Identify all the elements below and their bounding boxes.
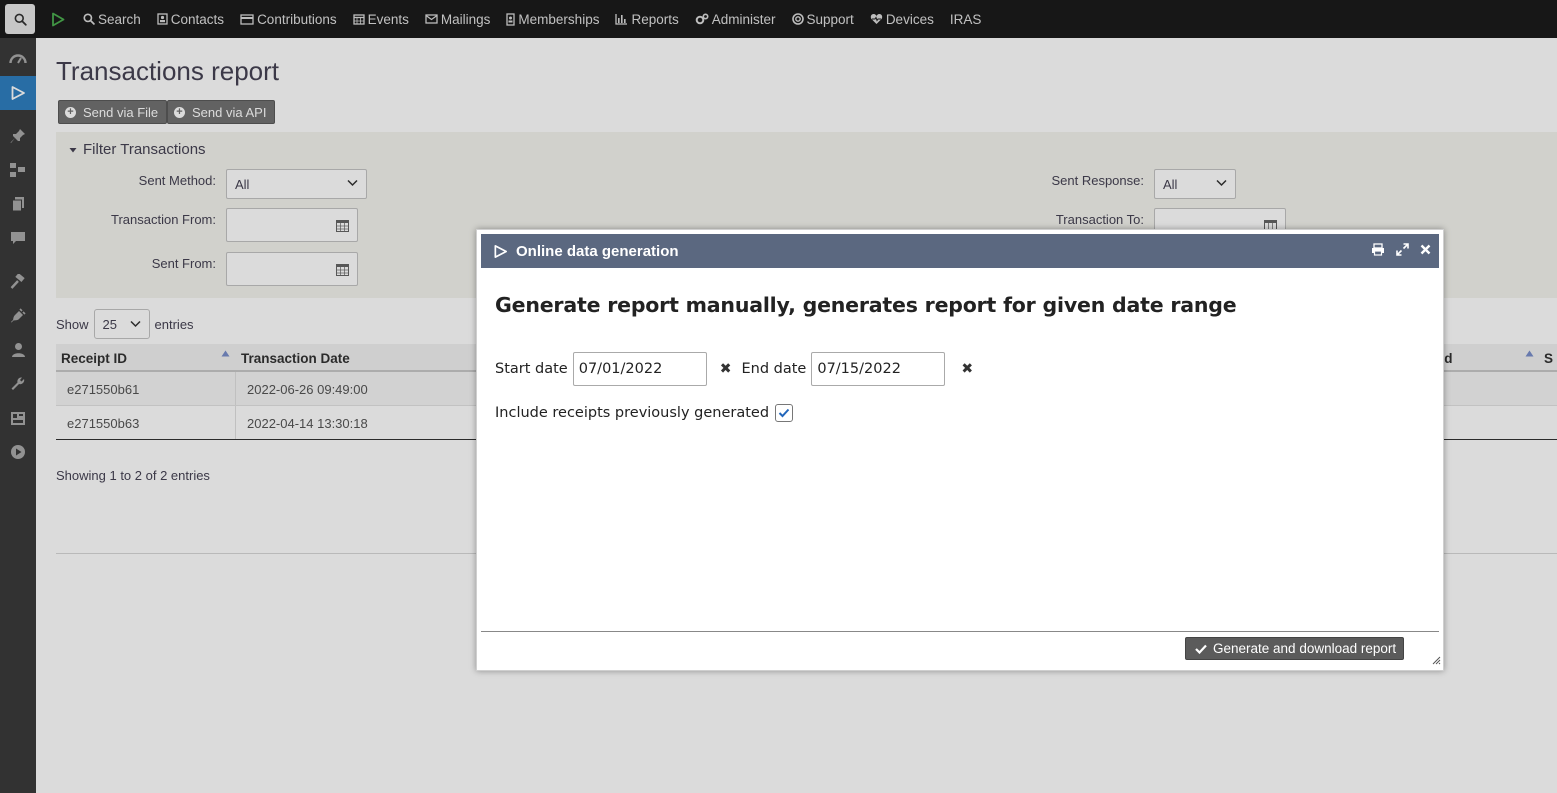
end-date-input[interactable] <box>811 352 946 386</box>
dialog-print-button[interactable] <box>1371 243 1385 256</box>
checkmark-icon <box>778 408 790 418</box>
close-icon <box>1420 244 1431 255</box>
start-date-label: Start date <box>495 361 568 377</box>
generate-download-label: Generate and download report <box>1213 641 1397 656</box>
date-range-row: Start date ✖ End date ✖ <box>495 352 983 386</box>
dialog-heading: Generate report manually, generates repo… <box>495 293 1237 317</box>
dialog-title: Online data generation <box>516 242 679 260</box>
generate-download-button[interactable]: Generate and download report <box>1185 637 1405 660</box>
dialog-maximize-button[interactable] <box>1396 243 1409 256</box>
print-icon <box>1372 243 1384 256</box>
end-date-label: End date <box>741 361 807 377</box>
dialog-footer-divider <box>481 631 1439 632</box>
check-icon <box>1195 644 1207 654</box>
dialog-titlebar[interactable]: Online data generation <box>481 234 1439 268</box>
online-data-generation-dialog: Online data generation Generate report m… <box>476 229 1444 671</box>
dialog-resize-handle[interactable] <box>1431 653 1441 668</box>
resize-grip-icon <box>1432 656 1441 665</box>
clear-start-date-icon[interactable]: ✖ <box>720 361 732 377</box>
dialog-close-button[interactable] <box>1420 244 1431 255</box>
start-date-input[interactable] <box>572 352 707 386</box>
clear-end-date-icon[interactable]: ✖ <box>961 361 973 377</box>
include-previous-row: Include receipts previously generated <box>495 404 794 422</box>
include-previous-checkbox[interactable] <box>775 404 794 422</box>
expand-icon <box>1396 243 1409 256</box>
play-outline-icon <box>494 244 507 258</box>
include-previous-label: Include receipts previously generated <box>495 405 770 421</box>
